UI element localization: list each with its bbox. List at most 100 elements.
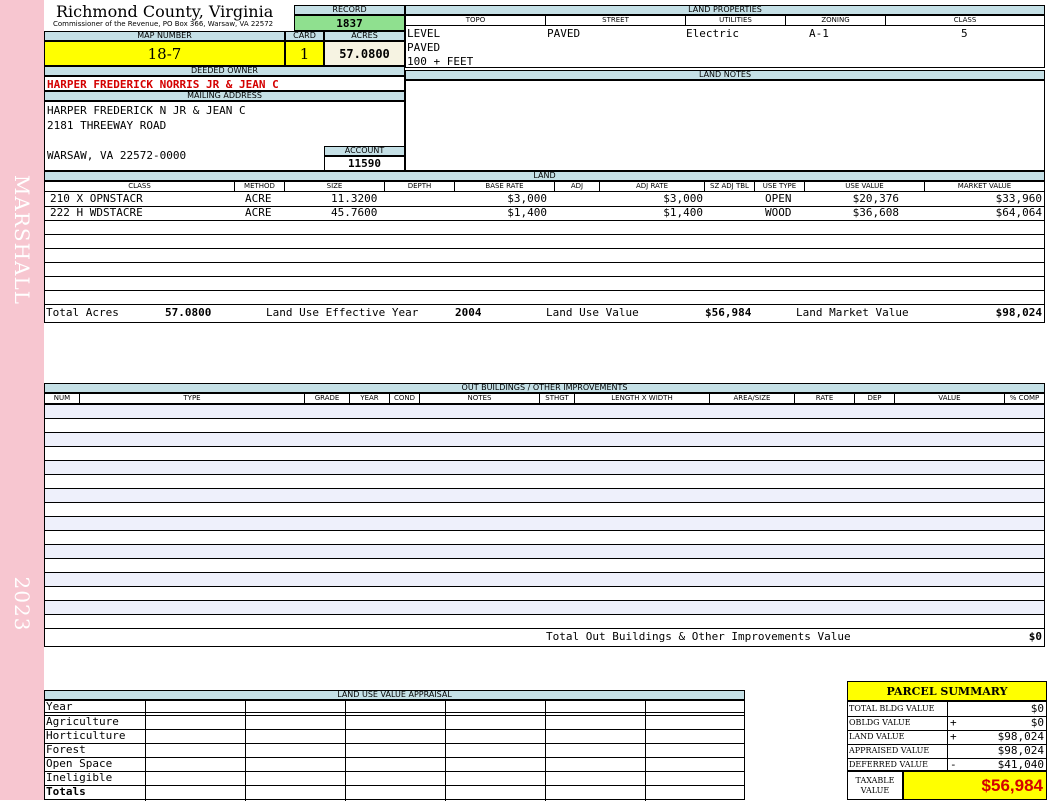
appraisal-row-horticulture: Horticulture	[46, 729, 126, 742]
ob-col-value: VALUE	[895, 394, 1005, 403]
summary-value-bldg: $0	[1030, 702, 1044, 715]
card-label: CARD	[285, 31, 324, 41]
ob-col-year: YEAR	[350, 394, 390, 403]
ob-col-notes: NOTES	[420, 394, 540, 403]
land-notes-box	[405, 80, 1045, 171]
ob-col-cond: COND	[390, 394, 420, 403]
land-properties-box: TOPO STREET UTILITIES ZONING CLASS LEVEL…	[405, 15, 1045, 68]
outbuildings-total-value: $0	[1028, 630, 1042, 643]
land-col-adj: ADJ	[555, 182, 600, 191]
land-use-appraisal-label: LAND USE VALUE APPRAISAL	[44, 690, 745, 700]
land-use-value-label: Land Use Value	[546, 306, 639, 319]
mailing-line-2: 2181 THREEWAY ROAD	[47, 119, 167, 132]
land-col-base-rate: BASE RATE	[455, 182, 555, 191]
summary-value-land: $98,024	[997, 730, 1044, 743]
parcel-summary-title: PARCEL SUMMARY	[847, 681, 1047, 701]
street-label: STREET	[546, 16, 686, 25]
land-col-class: CLASS	[45, 182, 235, 191]
land-cell-market-value: $33,960	[995, 192, 1042, 205]
parcel-summary-table: TOTAL BLDG VALUE $0 OBLDG VALUE + $0 LAN…	[847, 701, 1047, 772]
zoning-label: ZONING	[786, 16, 886, 25]
record-label: RECORD	[294, 5, 405, 15]
land-use-value: $56,984	[705, 306, 752, 319]
mailing-line-1: HARPER FREDERICK N JR & JEAN C	[47, 104, 246, 117]
map-number-label: MAP NUMBER	[44, 31, 285, 41]
land-col-market-value: MARKET VALUE	[957, 182, 1012, 190]
effective-year-value: 2004	[455, 306, 482, 319]
map-number-value: 18-7	[44, 41, 285, 66]
topo-label: TOPO	[406, 16, 546, 25]
outbuildings-total-label: Total Out Buildings & Other Improvements…	[546, 630, 851, 643]
land-cell-base-rate: $3,000	[507, 192, 547, 205]
land-cell-size: 11.3200	[331, 192, 378, 205]
taxable-value-label: TAXABLE VALUE	[847, 771, 903, 800]
summary-value-appraised: $98,024	[997, 744, 1044, 757]
deeded-owner-label: DEEDED OWNER	[44, 66, 405, 76]
total-acres-label: Total Acres	[46, 306, 119, 319]
summary-label-land: LAND VALUE	[849, 732, 905, 741]
ob-col-rate: RATE	[795, 394, 855, 403]
summary-sign-obldg: +	[950, 716, 957, 729]
land-notes-label: LAND NOTES	[405, 70, 1045, 80]
appraisal-row-ineligible: Ineligible	[46, 771, 113, 784]
land-cell-use-type: OPEN	[765, 192, 792, 205]
deeded-owner-value: HARPER FREDERICK NORRIS JR & JEAN C	[44, 76, 405, 91]
land-market-value-label: Land Market Value	[796, 306, 909, 319]
account-label: ACCOUNT	[324, 146, 405, 156]
land-col-use-type: USE TYPE	[755, 182, 805, 191]
land-cell-adj-rate: $1,400	[663, 206, 703, 219]
sidebar-year: 2023	[10, 576, 34, 632]
land-col-sz-adj: SZ ADJ TBL	[705, 182, 755, 191]
appraisal-row-forest: Forest	[46, 743, 86, 756]
land-col-depth: DEPTH	[385, 182, 455, 191]
county-header: Richmond County, Virginia Commissioner o…	[46, 3, 294, 30]
class-value: 5	[961, 27, 968, 40]
summary-label-deferred: DEFERRED VALUE	[849, 760, 928, 769]
land-col-size: SIZE	[285, 182, 385, 191]
land-col-use-value: USE VALUE	[805, 182, 925, 191]
outbuildings-label: OUT BUILDINGS / OTHER IMPROVEMENTS	[44, 383, 1045, 393]
summary-value-obldg: $0	[1030, 716, 1044, 729]
land-cell-size: 45.7600	[331, 206, 378, 219]
summary-sign-deferred: -	[950, 758, 957, 771]
appraisal-row-totals: Totals	[46, 785, 86, 798]
acres-label: ACRES	[324, 31, 405, 41]
ob-col-dep: DEP	[855, 394, 895, 403]
land-cell-use-value: $20,376	[852, 192, 899, 205]
sidebar-name: MARSHALL	[10, 174, 34, 306]
land-row: 222 H WDSTACRE ACRE 45.7600 $1,400 $1,40…	[45, 206, 1044, 220]
taxable-value: $56,984	[903, 771, 1047, 800]
appraisal-row-open-space: Open Space	[46, 757, 113, 770]
summary-value-deferred: $41,040	[997, 758, 1044, 771]
outbuildings-total-row: Total Out Buildings & Other Improvements…	[45, 628, 1044, 646]
ob-col-num: NUM	[45, 394, 80, 403]
summary-label-bldg: TOTAL BLDG VALUE	[849, 704, 935, 713]
ob-col-pct-comp: % COMP	[1009, 394, 1040, 402]
commissioner-text: Commissioner of the Revenue, PO Box 366,…	[53, 20, 274, 28]
land-col-adj-rate: ADJ RATE	[600, 182, 705, 191]
record-value: 1837	[294, 15, 405, 31]
ob-col-type: TYPE	[80, 394, 305, 403]
land-table: CLASS METHOD SIZE DEPTH BASE RATE ADJ AD…	[44, 181, 1045, 323]
appraisal-row-year: Year	[46, 700, 73, 713]
ob-col-area-size: AREA/SIZE	[710, 394, 795, 403]
appraisal-row-agriculture: Agriculture	[46, 715, 119, 728]
summary-sign-land: +	[950, 730, 957, 743]
land-cell-use-type: WOOD	[765, 206, 792, 219]
land-cell-base-rate: $1,400	[507, 206, 547, 219]
land-cell-class: 210 X OPNSTACR	[50, 192, 143, 205]
ob-col-length-width: LENGTH X WIDTH	[575, 394, 710, 403]
summary-label-obldg: OBLDG VALUE	[849, 718, 911, 727]
zoning-value: A-1	[809, 27, 829, 40]
utilities-label: UTILITIES	[686, 16, 786, 25]
topo-values: LEVEL PAVED 100 + FEET	[407, 27, 473, 69]
topo-value-2: PAVED	[407, 41, 441, 54]
land-totals-row: Total Acres 57.0800 Land Use Effective Y…	[45, 304, 1044, 322]
sidebar: MARSHALL 2023	[0, 0, 44, 800]
land-row: 210 X OPNSTACR ACRE 11.3200 $3,000 $3,00…	[45, 192, 1044, 206]
land-market-value: $98,024	[995, 306, 1042, 319]
utilities-value: Electric	[686, 27, 739, 40]
card-value: 1	[285, 41, 324, 66]
ob-col-sthgt: STHGT	[540, 394, 575, 403]
outbuildings-table: NUM TYPE GRADE YEAR COND NOTES STHGT LEN…	[44, 393, 1045, 647]
